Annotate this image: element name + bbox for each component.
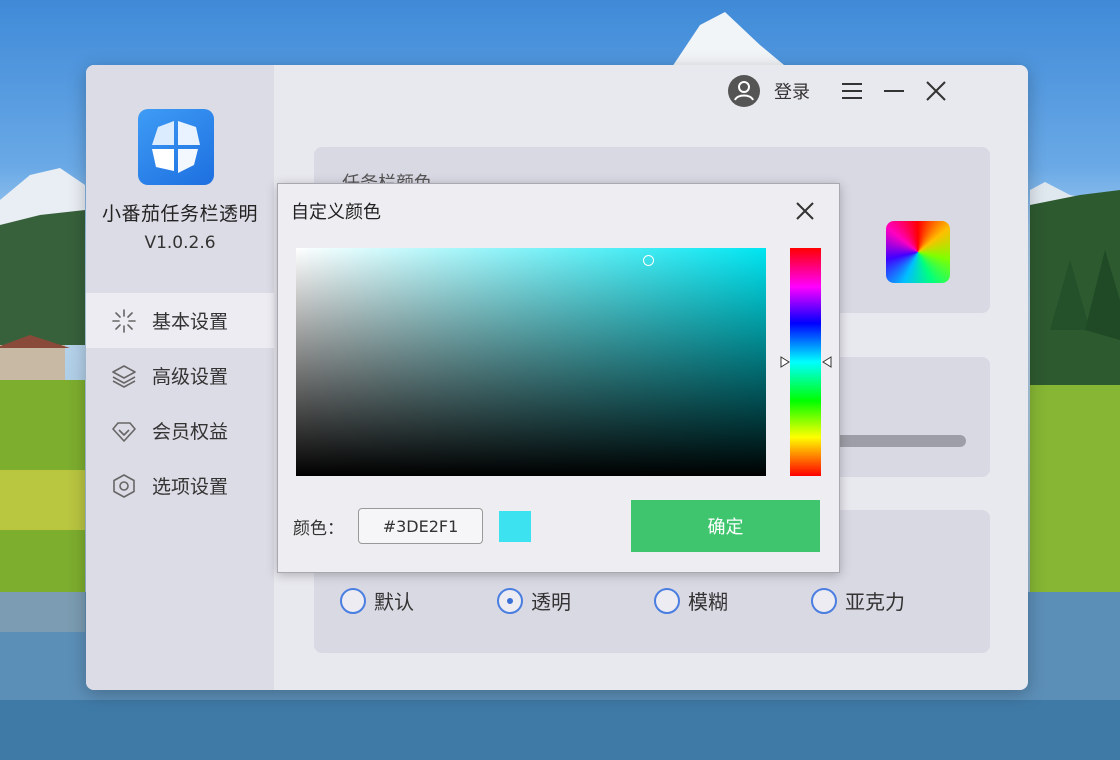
style-radio-group: 默认 透明 模糊 亚克力 (340, 586, 968, 615)
app-logo (138, 109, 214, 185)
sidebar-item-membership[interactable]: 会员权益 (86, 403, 274, 458)
dialog-close-icon[interactable] (792, 198, 818, 224)
sidebar-item-label: 会员权益 (152, 421, 229, 443)
menu-icon[interactable] (838, 77, 866, 105)
radio-label: 亚克力 (845, 590, 905, 614)
app-version: V1.0.2.6 (144, 233, 216, 253)
radio-label: 透明 (531, 590, 571, 614)
hue-marker-right-icon[interactable] (822, 356, 832, 368)
color-wheel-button[interactable] (886, 221, 950, 283)
app-name: 小番茄任务栏透明 (101, 203, 258, 225)
layers-icon (110, 362, 138, 390)
login-link[interactable]: 登录 (774, 78, 810, 104)
color-preview-swatch (499, 511, 531, 542)
close-icon[interactable] (922, 77, 950, 105)
sidebar-item-label: 基本设置 (152, 311, 229, 333)
color-label: 颜色： (293, 519, 344, 539)
custom-color-dialog: 自定义颜色 颜色： 确定 (277, 183, 840, 573)
radio-label: 默认 (374, 590, 414, 614)
radio-circle (811, 587, 837, 614)
title-bar: 登录 (728, 65, 1028, 117)
opacity-slider[interactable] (824, 435, 966, 447)
sidebar: 小番茄任务栏透明 V1.0.2.6 基本设置 高级设置 会员权益 选项设置 (86, 65, 274, 690)
sparkle-icon (110, 307, 138, 335)
sidebar-item-options[interactable]: 选项设置 (86, 458, 274, 513)
sidebar-item-label: 高级设置 (152, 366, 229, 388)
sidebar-nav: 基本设置 高级设置 会员权益 选项设置 (86, 293, 274, 513)
radio-acrylic[interactable]: 亚克力 (811, 586, 968, 615)
sidebar-item-label: 选项设置 (152, 476, 229, 498)
picker-cursor[interactable] (643, 255, 654, 266)
radio-circle (654, 587, 680, 614)
sidebar-item-basic-settings[interactable]: 基本设置 (86, 293, 274, 348)
user-avatar-icon[interactable] (728, 75, 760, 107)
radio-circle (340, 587, 366, 614)
minimize-icon[interactable] (880, 77, 908, 105)
radio-label: 模糊 (688, 590, 728, 614)
hexagon-icon (110, 472, 138, 500)
saturation-value-picker[interactable] (296, 248, 766, 476)
radio-default[interactable]: 默认 (340, 586, 497, 615)
hex-color-input[interactable] (358, 508, 483, 544)
hue-slider[interactable] (790, 248, 821, 476)
radio-blur[interactable]: 模糊 (654, 586, 811, 615)
sidebar-item-advanced-settings[interactable]: 高级设置 (86, 348, 274, 403)
diamond-icon (110, 417, 138, 445)
confirm-button[interactable]: 确定 (631, 500, 820, 552)
radio-circle-selected (497, 587, 523, 614)
radio-transparent[interactable]: 透明 (497, 586, 654, 615)
dialog-title: 自定义颜色 (291, 202, 381, 223)
hue-marker-left-icon[interactable] (780, 356, 790, 368)
